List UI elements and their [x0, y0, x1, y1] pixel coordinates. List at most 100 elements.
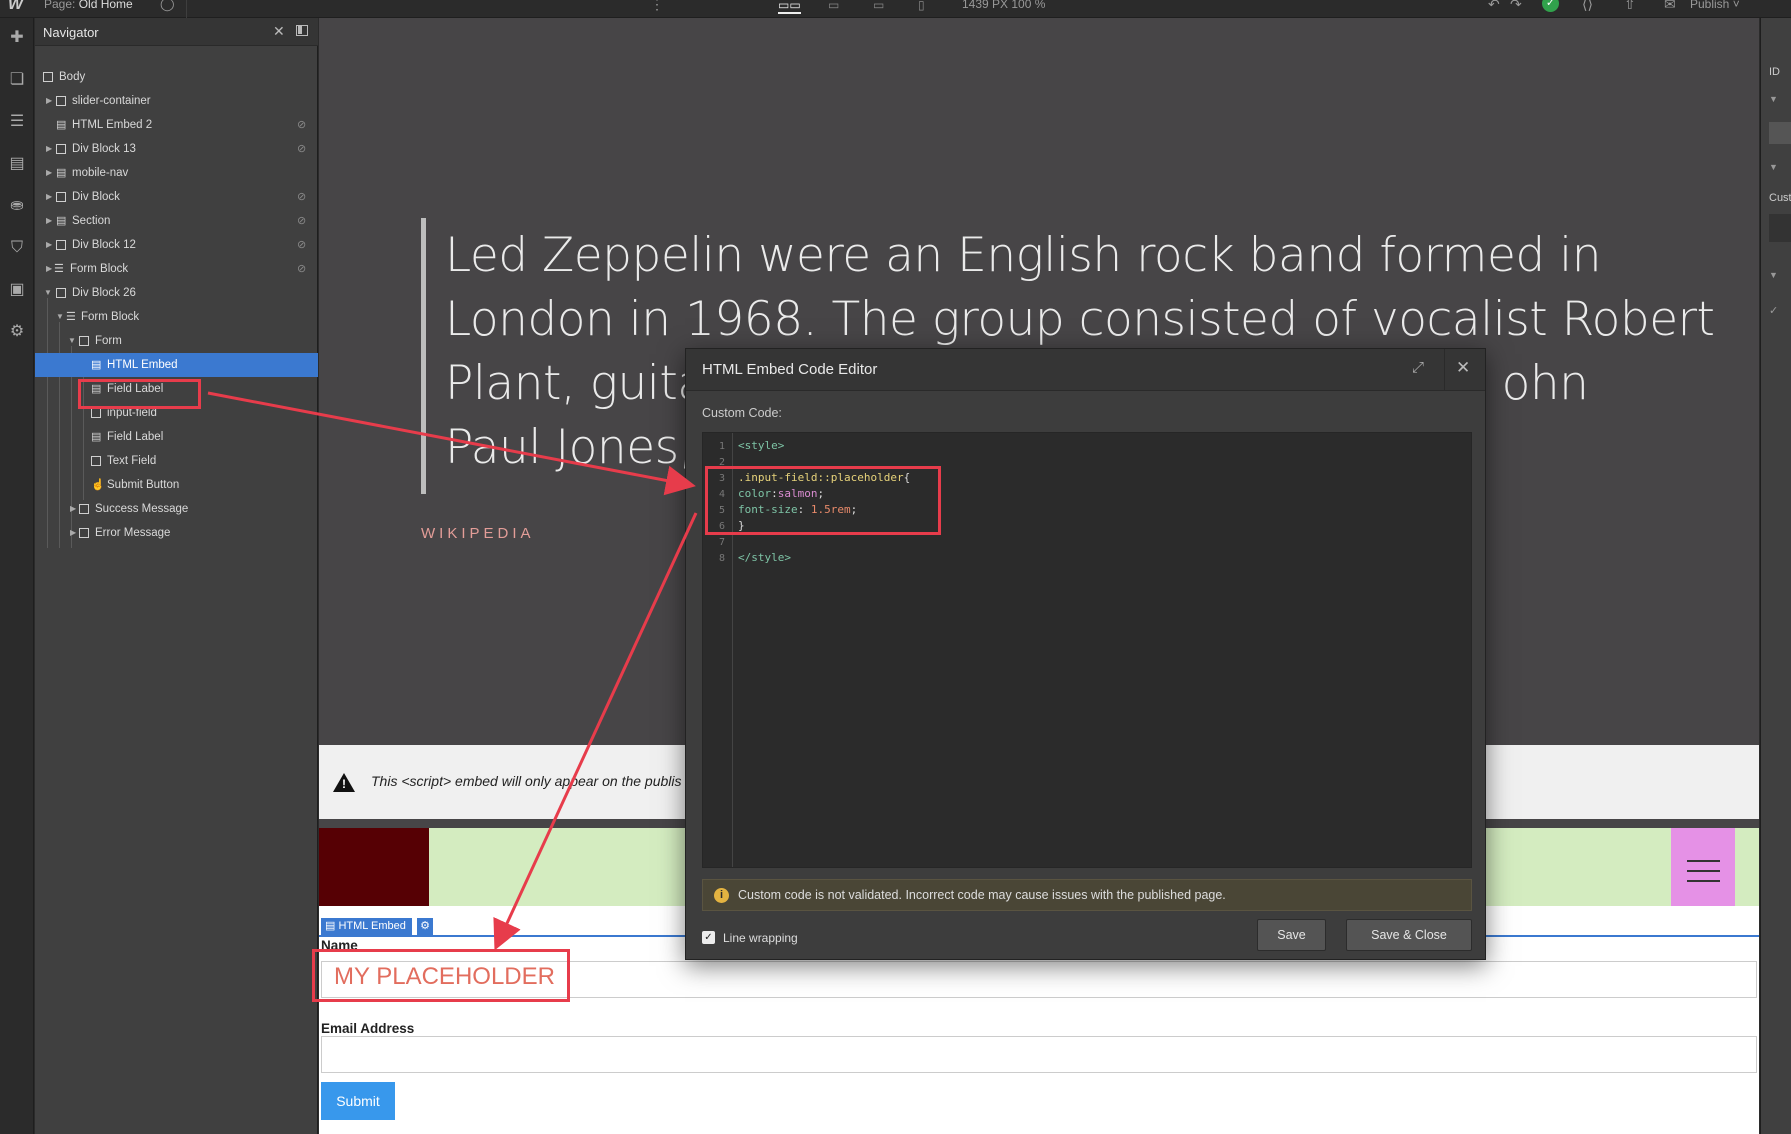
tablet-landscape-icon[interactable]: ▭ [828, 0, 839, 12]
pages-icon[interactable]: ▤ [7, 154, 27, 174]
navigator-icon[interactable]: ☰ [7, 112, 27, 132]
dock-panel-icon[interactable] [296, 25, 308, 36]
caret-down-icon[interactable]: ▼ [1769, 94, 1778, 104]
nav-item-form[interactable]: ▼ Form [35, 329, 318, 353]
element-icon [56, 144, 66, 154]
code-token: </style> [738, 551, 791, 564]
code-line: <style> [738, 439, 784, 452]
code-export-icon[interactable]: ⟨⟩ [1582, 0, 1593, 13]
hidden-eye-icon[interactable]: ⊘ [297, 137, 306, 161]
mobile-view-icon[interactable]: ▯ [918, 0, 925, 12]
caret-right-icon[interactable]: ▶ [46, 185, 52, 209]
html-embed-badge[interactable]: ▤ HTML Embed [321, 918, 412, 935]
nav-item-submit-button[interactable]: ☝ Submit Button [35, 473, 318, 497]
close-icon[interactable]: ✕ [273, 23, 285, 40]
nav-item-success-message[interactable]: ▶ Success Message [35, 497, 318, 521]
caret-right-icon[interactable]: ▶ [46, 137, 52, 161]
quote-fragment: Plant, guita [445, 356, 706, 411]
line-wrapping-checkbox[interactable]: ✓ [702, 931, 715, 944]
section-icon: ▤ [56, 215, 67, 227]
hidden-eye-icon[interactable]: ⊘ [297, 209, 306, 233]
caret-right-icon[interactable]: ▶ [70, 521, 76, 545]
input-placeholder-text: MY PLACEHOLDER [334, 963, 555, 990]
nav-item-label: Error Message [95, 527, 171, 539]
page-selector[interactable]: Page: Old Home [44, 0, 133, 11]
settings-icon[interactable]: ⚙ [7, 322, 27, 342]
nav-item-div-block-13[interactable]: ▶ Div Block 13 ⊘ [35, 137, 318, 161]
brand-block[interactable] [319, 828, 429, 906]
hidden-eye-icon[interactable]: ⊘ [297, 113, 306, 137]
hidden-eye-icon[interactable]: ⊘ [297, 257, 306, 281]
nav-item-label: Body [59, 71, 86, 83]
preview-icon[interactable]: ✉ [1664, 0, 1676, 13]
caret-right-icon[interactable]: ▶ [46, 257, 52, 281]
nav-item-text-field[interactable]: Text Field [35, 449, 318, 473]
hidden-eye-icon[interactable]: ⊘ [297, 185, 306, 209]
add-panel-icon[interactable]: ✚ [7, 28, 27, 48]
save-button[interactable]: Save [1257, 919, 1326, 951]
warning-text: Custom code is not validated. Incorrect … [738, 888, 1226, 902]
nav-item-section[interactable]: ▶ ▤ Section ⊘ [35, 209, 318, 233]
nav-item-label: Text Field [107, 455, 157, 467]
menu-button[interactable] [1671, 828, 1735, 906]
nav-item-error-message[interactable]: ▶ Error Message [35, 521, 318, 545]
ecommerce-icon[interactable]: ⛉ [7, 238, 27, 258]
publish-button[interactable]: Publish ˅ [1690, 0, 1740, 11]
caret-down-icon[interactable]: ▼ [1769, 270, 1778, 280]
element-icon [91, 456, 101, 466]
nav-item-field-label-2[interactable]: ▤ Field Label [35, 425, 318, 449]
more-icon[interactable]: ⋮ [650, 0, 664, 13]
cms-icon[interactable]: ⛂ [7, 196, 27, 216]
hamburger-line [1687, 870, 1720, 872]
status-ok-icon: ✓ [1542, 0, 1559, 12]
caret-right-icon[interactable]: ▶ [46, 89, 52, 113]
gear-icon[interactable]: ⚙ [416, 918, 433, 935]
dialog-title: HTML Embed Code Editor [702, 361, 878, 378]
warning-icon [333, 773, 355, 792]
caret-down-icon[interactable]: ▼ [44, 281, 52, 305]
element-icon [56, 96, 66, 106]
caret-down-icon[interactable]: ▼ [56, 305, 64, 329]
webflow-logo[interactable]: W [8, 0, 23, 14]
nav-item-form-block[interactable]: ▶ ☰ Form Block ⊘ [35, 257, 318, 281]
submit-button[interactable]: Submit [321, 1082, 395, 1120]
nav-item-div-block-12[interactable]: ▶ Div Block 12 ⊘ [35, 233, 318, 257]
nav-item-slider-container[interactable]: ▶ slider-container [35, 89, 318, 113]
email-input[interactable] [321, 1036, 1757, 1073]
nav-item-div-block-26[interactable]: ▼ Div Block 26 [35, 281, 318, 305]
nav-item-body[interactable]: Body [35, 65, 318, 89]
form-icon: ☰ [54, 263, 64, 275]
id-label: ID [1769, 66, 1780, 78]
save-and-close-button[interactable]: Save & Close [1346, 919, 1472, 951]
undo-icon[interactable]: ↶ [1488, 0, 1500, 13]
caret-right-icon[interactable]: ▶ [46, 209, 52, 233]
check-icon: ✓ [1769, 305, 1779, 317]
field-box[interactable] [1769, 214, 1791, 242]
field-box[interactable] [1769, 122, 1791, 144]
nav-item-html-embed-2[interactable]: ▤ HTML Embed 2 ⊘ [35, 113, 318, 137]
redo-icon[interactable]: ↷ [1510, 0, 1522, 13]
hidden-eye-icon[interactable]: ⊘ [297, 233, 306, 257]
caret-right-icon[interactable]: ▶ [46, 233, 52, 257]
caret-down-icon[interactable]: ▼ [1769, 162, 1778, 172]
close-icon[interactable]: ✕ [1456, 358, 1470, 378]
page-settings-icon[interactable]: ◯ [160, 0, 175, 12]
code-token: <style> [738, 439, 785, 452]
nav-item-div-block[interactable]: ▶ Div Block ⊘ [35, 185, 318, 209]
caret-right-icon[interactable]: ▶ [46, 161, 52, 185]
caret-down-icon[interactable]: ▼ [68, 329, 76, 353]
custom-code-label: Custom Code: [702, 406, 782, 420]
tablet-portrait-icon[interactable]: ▭ [873, 0, 884, 12]
share-icon[interactable]: ⇧ [1624, 0, 1636, 13]
nav-item-html-embed[interactable]: ▤ HTML Embed [35, 353, 318, 377]
header-divider [1444, 349, 1445, 391]
assets-icon[interactable]: ▣ [7, 280, 27, 300]
hamburger-line [1687, 860, 1720, 862]
desktop-view-icon[interactable]: ▭▭ [778, 0, 801, 14]
caret-right-icon[interactable]: ▶ [70, 497, 76, 521]
nav-item-form-block-inner[interactable]: ▼ ☰ Form Block [35, 305, 318, 329]
symbols-icon[interactable]: ❏ [7, 70, 27, 90]
nav-item-mobile-nav[interactable]: ▶ ▤ mobile-nav [35, 161, 318, 185]
element-icon [91, 408, 101, 418]
expand-icon[interactable]: ⤢ [1412, 359, 1424, 376]
